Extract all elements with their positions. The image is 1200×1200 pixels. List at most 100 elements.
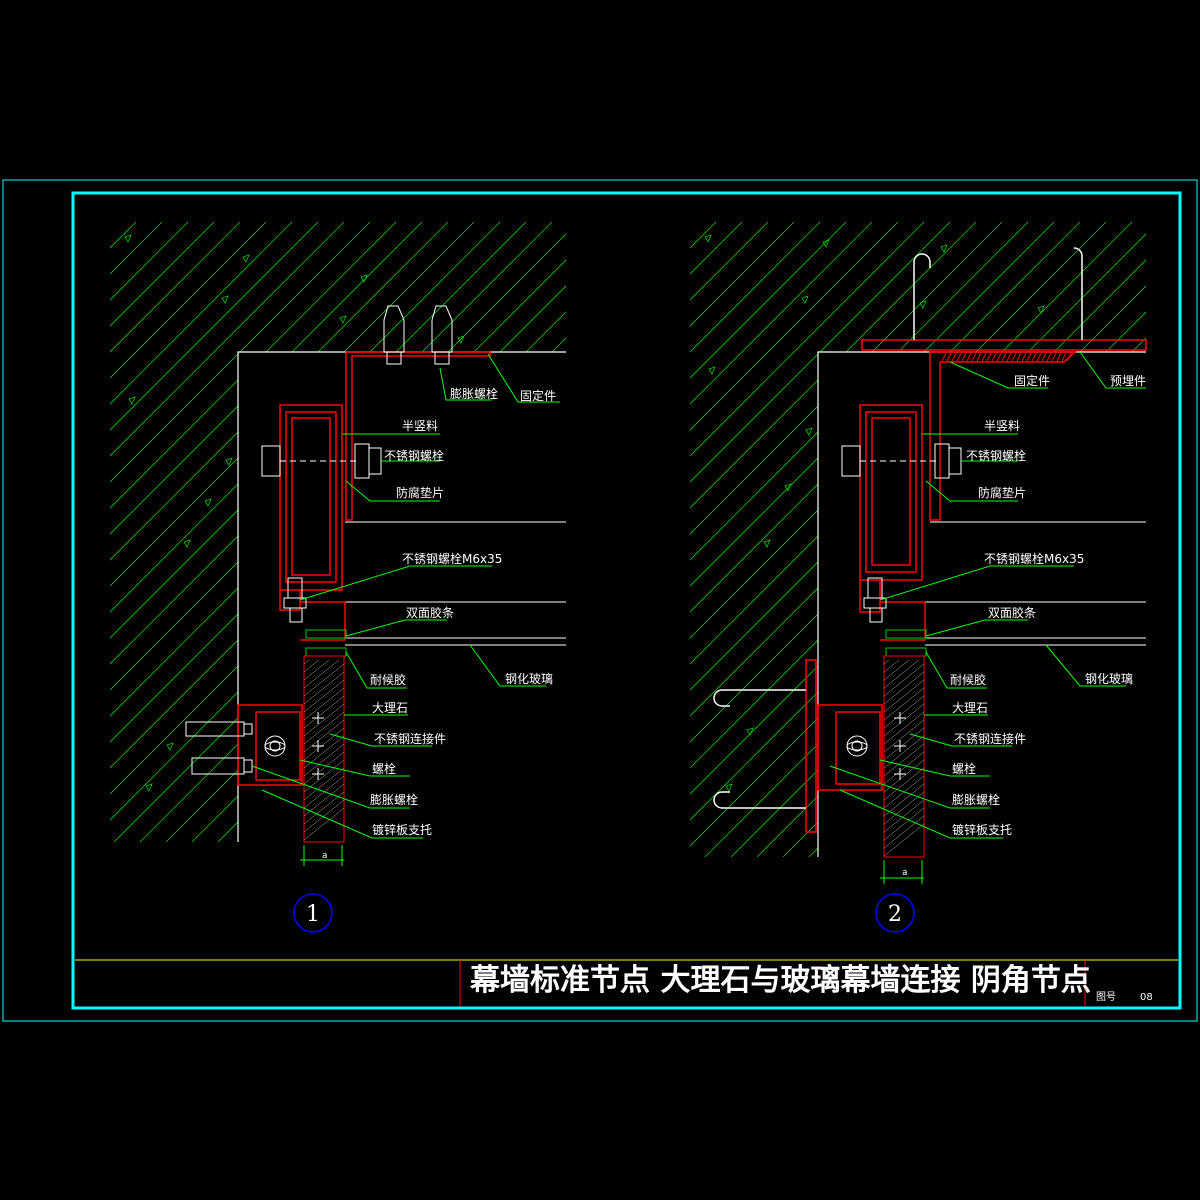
label-galv-bracket-2: 镀锌板支托 <box>952 823 1012 837</box>
marble-hatch-line <box>884 783 924 817</box>
inner-frame <box>71 191 1182 1010</box>
weld-hatch-2 <box>941 352 1072 362</box>
hatch-line <box>110 222 371 842</box>
hatch-line <box>110 222 566 842</box>
double-tape-1 <box>305 629 347 639</box>
weld-mark <box>986 352 992 362</box>
label-embedded-part-2: 预埋件 <box>1110 374 1146 388</box>
hatch-line <box>110 222 319 842</box>
hatch-line <box>399 222 566 842</box>
weld-mark <box>1021 352 1027 362</box>
weld-mark <box>961 352 967 362</box>
marble-hatch-line <box>304 663 344 697</box>
m6-bolt-2 <box>863 577 887 623</box>
marble-hatch-line <box>884 679 924 713</box>
wall-outline-2 <box>817 351 1146 857</box>
sheet-number: 08 <box>1140 992 1153 1003</box>
weld-mark <box>1036 352 1042 362</box>
hatch-line <box>690 222 899 857</box>
hatch-line <box>690 222 1146 857</box>
hatch-line <box>690 222 1146 857</box>
m6-bolt-1 <box>283 577 307 623</box>
sheet-label: 图号 <box>1096 991 1116 1003</box>
aggregate-mark <box>763 539 771 548</box>
hatch-line <box>582 222 1200 842</box>
hatch-line <box>321 222 566 842</box>
hatch-line <box>110 222 501 842</box>
hatch-line <box>295 222 566 842</box>
callout-number-2: 2 <box>888 902 902 927</box>
hatch-line <box>690 222 795 857</box>
marble-hatch-line <box>884 671 924 705</box>
marble-hatch-line <box>304 807 344 841</box>
hatch-lines-1 <box>110 222 1200 842</box>
weld-mark <box>1001 352 1007 362</box>
connector-bolt-2 <box>846 712 906 780</box>
hatch-line <box>110 222 137 842</box>
aggregate-mark <box>221 295 229 304</box>
aggregate-mark <box>166 742 174 751</box>
hatch-line <box>110 222 566 842</box>
hatch-line <box>690 222 1133 857</box>
aggregate-mark <box>805 427 813 436</box>
marble-hatch-line <box>884 695 924 729</box>
marble-hatch-line <box>304 759 344 793</box>
label-ss-connector-2: 不锈钢连接件 <box>954 731 1026 746</box>
hatch-line <box>1173 222 1200 857</box>
label-ss-bolt-m6-1: 不锈钢螺栓M6x35 <box>402 551 502 566</box>
expansion-bolt-side-1 <box>185 721 253 775</box>
marble-hatch-line <box>304 660 340 689</box>
label-double-tape-2: 双面胶条 <box>988 605 1036 620</box>
weld-mark <box>966 352 972 362</box>
embedded-anchor-2b <box>1073 247 1083 340</box>
hatch-line <box>690 222 1081 857</box>
label-tempered-glass-1: 钢化玻璃 <box>505 672 553 686</box>
label-half-frame-1: 半竖料 <box>402 419 438 433</box>
hatch-line <box>110 222 475 842</box>
marble-hatch-line <box>884 687 924 721</box>
label-fixing-piece-1: 固定件 <box>520 388 556 403</box>
marble-hatch-line <box>304 679 344 713</box>
label-marble-2: 大理石 <box>952 701 988 715</box>
label-tempered-glass-2: 钢化玻璃 <box>1085 672 1133 686</box>
aggregate-mark <box>725 783 733 792</box>
marble-hatch-line <box>884 660 910 681</box>
hatch-line <box>690 222 717 857</box>
marble-hatch-line <box>304 711 344 745</box>
marble-hatch-line <box>884 663 924 697</box>
marble-hatch-line <box>304 660 330 681</box>
aggregate-mark <box>1037 305 1045 314</box>
aggregate-mark <box>204 498 212 507</box>
marble-hatch-line <box>884 735 924 769</box>
side-anchor-2b <box>713 791 806 809</box>
hatch-line <box>110 222 189 842</box>
marble-hatch-line <box>884 751 924 785</box>
weld-mark <box>971 352 977 362</box>
embedded-anchor-2a <box>913 253 931 340</box>
hatch-line <box>110 222 553 842</box>
hatch-line <box>886 222 1146 857</box>
hatch-line <box>113 222 566 842</box>
marble-hatch-line <box>884 815 924 849</box>
dim-label-1: a <box>322 851 327 861</box>
weld-mark <box>941 352 947 362</box>
hatch-line <box>110 222 267 842</box>
hatch-line <box>690 222 951 857</box>
hatch-line <box>347 222 566 842</box>
connector-bolt-1 <box>264 712 324 780</box>
weld-mark <box>951 352 957 362</box>
marble-hatch-line <box>884 799 924 833</box>
aggregate-mark <box>128 396 136 405</box>
weld-mark <box>1056 352 1062 362</box>
hatch-line <box>110 222 111 842</box>
label-expansion-bolt-1: 膨胀螺栓 <box>370 792 418 807</box>
marble-hatch-line <box>884 727 924 761</box>
aggregate-mark <box>919 300 927 309</box>
hatch-line <box>269 222 566 842</box>
hatch-line <box>1016 222 1146 857</box>
label-double-tape-1: 双面胶条 <box>406 605 454 620</box>
label-expansion-bolt-2: 膨胀螺栓 <box>952 792 1000 807</box>
label-galv-bracket-1: 镀锌板支托 <box>372 823 432 837</box>
weld-mark <box>1051 352 1057 362</box>
sealant-2 <box>885 647 927 657</box>
